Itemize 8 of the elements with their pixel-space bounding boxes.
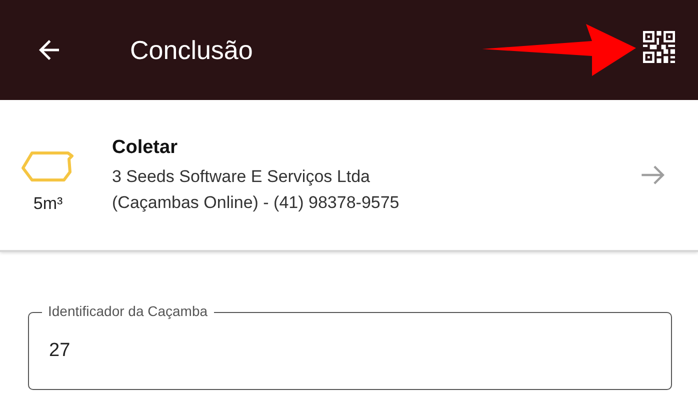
order-action: Coletar: [112, 137, 178, 159]
order-card[interactable]: 5m³ Coletar 3 Seeds Software E Serviços Ltda (Caçambas Online) - (41) 98378-9575: [0, 100, 698, 252]
container-size: 5m³: [33, 194, 63, 214]
container-icon: [20, 150, 76, 182]
screen-title: Conclusão: [130, 34, 253, 66]
customer-name: 3 Seeds Software E Serviços Ltda: [112, 167, 371, 187]
customer-contact: (Caçambas Online) - (41) 98378-9575: [112, 193, 400, 213]
qr-code-icon[interactable]: [643, 31, 675, 63]
